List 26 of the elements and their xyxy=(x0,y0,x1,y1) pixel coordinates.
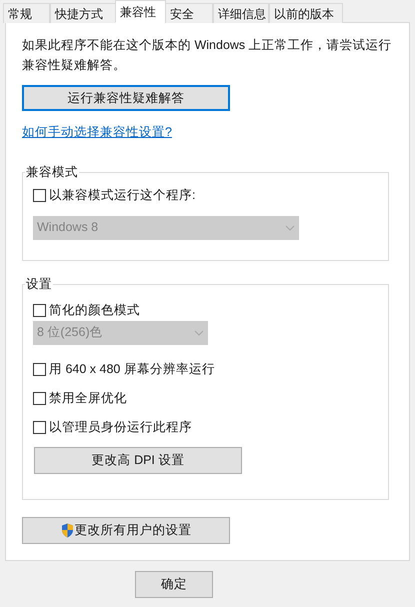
tab[interactable]: 常规 xyxy=(3,3,50,23)
all-users-settings-button[interactable]: 更改所有用户的设置 xyxy=(22,516,230,544)
checkbox-label: 禁用全屏优化 xyxy=(49,390,127,408)
chevron-down-icon xyxy=(194,330,204,336)
checkbox-label: 以管理员身份运行此程序 xyxy=(49,419,192,436)
dpi-settings-button[interactable]: 更改高 DPI 设置 xyxy=(34,446,242,474)
group-title: 兼容模式 xyxy=(25,162,79,181)
checkbox-label: 简化的颜色模式 xyxy=(49,302,140,320)
checkbox-label: 以兼容模式运行这个程序: xyxy=(49,187,196,204)
tab[interactable]: 兼容性 xyxy=(115,0,166,23)
tab[interactable]: 以前的版本 xyxy=(269,3,343,23)
checkbox[interactable] xyxy=(33,363,46,376)
checkbox[interactable] xyxy=(33,392,46,406)
dialog-button[interactable]: 确定 xyxy=(135,571,213,598)
troubleshoot-button[interactable]: 运行兼容性疑难解答 xyxy=(22,85,230,111)
description-text: 如果此程序不能在这个版本的 Windows 上正常工作，请尝试运行兼容性疑难解答。 xyxy=(22,37,392,74)
help-link[interactable]: 如何手动选择兼容性设置? xyxy=(22,125,172,139)
checkbox-label: 用 640 x 480 屏幕分辨率运行 xyxy=(49,361,215,378)
shield-icon xyxy=(60,522,74,538)
tab[interactable]: 安全 xyxy=(165,3,213,23)
checkbox[interactable] xyxy=(33,421,46,434)
tab[interactable]: 详细信息 xyxy=(213,3,269,23)
checkbox[interactable] xyxy=(33,189,46,202)
tab[interactable]: 快捷方式 xyxy=(50,3,116,23)
chevron-down-icon xyxy=(285,224,295,231)
checkbox[interactable] xyxy=(33,304,46,318)
